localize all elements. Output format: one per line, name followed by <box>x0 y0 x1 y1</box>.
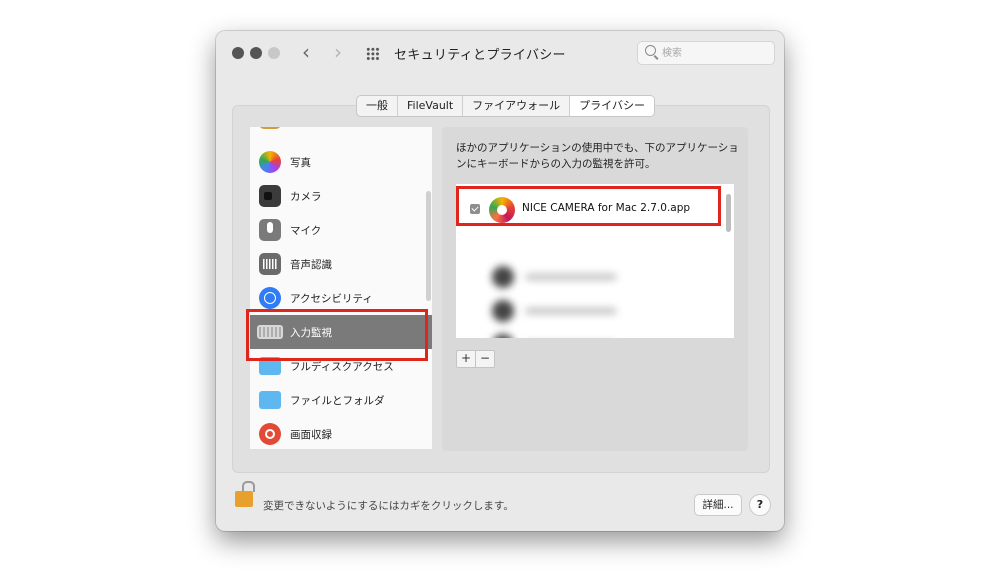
highlight-box-input-monitoring <box>246 309 428 361</box>
camera-icon <box>259 185 281 207</box>
grid-icon[interactable] <box>366 47 380 61</box>
search-icon <box>645 45 656 56</box>
lock-icon[interactable] <box>235 481 255 509</box>
sidebar-item-screen-recording[interactable]: 画面収録 <box>250 417 432 449</box>
security-privacy-window: ‹ › セキュリティとプライバシー 一般 FileVault ファイアウォール … <box>216 31 784 531</box>
tab-general[interactable]: 一般 <box>357 96 398 116</box>
sidebar-item-label: カメラ <box>290 191 322 203</box>
lock-hint-text: 変更できないようにするにはカギをクリックします。 <box>263 500 514 512</box>
photos-icon <box>259 151 281 173</box>
speech-recognition-icon <box>259 253 281 275</box>
highlight-box-nice-camera <box>456 186 721 226</box>
sidebar-item-camera[interactable]: カメラ <box>250 179 432 213</box>
chevron-left-icon[interactable]: ‹ <box>302 42 310 62</box>
sidebar-item-speech-recognition[interactable]: 音声認識 <box>250 247 432 281</box>
sidebar-item-microphone[interactable]: マイク <box>250 213 432 247</box>
sidebar-item-photos[interactable]: 写真 <box>250 145 432 179</box>
screen-recording-icon <box>259 423 281 445</box>
privacy-sidebar: 写真 カメラ マイク 音声認識 アクセシビリティ 入力監視 フルディスクアクセス <box>250 127 432 449</box>
accessibility-icon <box>259 287 281 309</box>
close-button[interactable] <box>232 47 244 59</box>
sidebar-item-label: フルディスクアクセス <box>290 361 394 373</box>
app-list-scrollbar[interactable] <box>726 194 731 232</box>
tab-firewall[interactable]: ファイアウォール <box>463 96 571 116</box>
sidebar-scrollbar[interactable] <box>426 191 431 301</box>
sidebar-item-files-and-folders[interactable]: ファイルとフォルダ <box>250 383 432 417</box>
search-input[interactable] <box>662 42 768 64</box>
panel-description: ほかのアプリケーションの使用中でも、下のアプリケーションにキーボードからの入力の… <box>456 142 739 170</box>
window-title: セキュリティとプライバシー <box>394 48 566 63</box>
tab-bar: 一般 FileVault ファイアウォール プライバシー <box>356 95 655 117</box>
advanced-button[interactable]: 詳細... <box>694 494 742 516</box>
list-item-blurred <box>468 300 618 322</box>
sidebar-item-label: 画面収録 <box>290 429 332 441</box>
list-item-blurred <box>468 266 618 288</box>
search-field[interactable] <box>637 41 775 65</box>
title-bar: ‹ › セキュリティとプライバシー <box>216 31 784 75</box>
tab-privacy[interactable]: プライバシー <box>570 96 654 116</box>
add-app-button[interactable]: + <box>457 351 475 367</box>
help-button[interactable]: ? <box>749 494 771 516</box>
minimize-button[interactable] <box>250 47 262 59</box>
folder-icon <box>259 391 281 409</box>
tab-filevault[interactable]: FileVault <box>398 96 464 116</box>
reminders-icon <box>259 127 281 129</box>
zoom-button[interactable] <box>268 47 280 59</box>
sidebar-item-label: 写真 <box>290 157 311 169</box>
add-remove-controls: + − <box>456 350 495 368</box>
remove-app-button[interactable]: − <box>475 351 494 367</box>
chevron-right-icon[interactable]: › <box>334 42 342 62</box>
microphone-icon <box>259 219 281 241</box>
sidebar-item-partial[interactable] <box>250 127 432 135</box>
sidebar-item-label: アクセシビリティ <box>290 293 373 305</box>
sidebar-item-label: マイク <box>290 225 322 237</box>
sidebar-item-label: 音声認識 <box>290 259 332 271</box>
sidebar-item-label: ファイルとフォルダ <box>290 395 385 407</box>
